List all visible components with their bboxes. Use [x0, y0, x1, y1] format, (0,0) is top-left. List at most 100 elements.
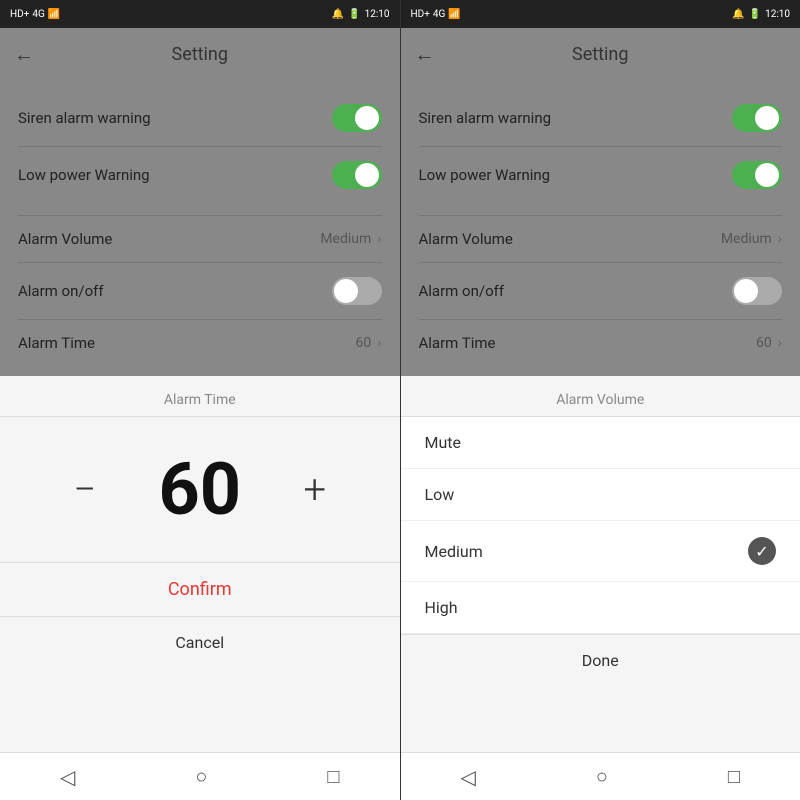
left-panel: HD+ 4G 📶 🔔 🔋 12:10 ← Setting Siren alarm…: [0, 0, 400, 800]
right-lowpower-row: Low power Warning: [401, 147, 800, 203]
left-wifi-icon: 📶: [48, 9, 60, 20]
right-wifi-icon: 📶: [448, 9, 460, 20]
left-alarmonoff-row: Alarm on/off: [0, 263, 400, 319]
right-volume-option-medium-checkmark: ✓: [748, 537, 776, 565]
right-spacer1: [401, 203, 800, 215]
left-minus-button[interactable]: −: [60, 466, 110, 513]
left-bottom-sheet: Alarm Time − 60 + Confirm Cancel: [0, 376, 400, 752]
left-alarmtime-arrow: ›: [377, 335, 381, 351]
right-alarmonoff-row: Alarm on/off: [401, 263, 800, 319]
left-alarm-icon: 🔔: [332, 9, 344, 20]
right-signal-icon: 4G: [433, 9, 445, 20]
right-app-header: ← Setting: [401, 28, 800, 80]
left-volume-row[interactable]: Alarm Volume Medium ›: [0, 216, 400, 262]
left-nav-back-icon[interactable]: ◁: [60, 765, 75, 789]
left-header-title: Setting: [172, 44, 228, 65]
left-alarmonoff-toggle[interactable]: [332, 277, 382, 305]
right-settings-area: Siren alarm warning Low power Warning Al…: [401, 80, 800, 376]
right-time: 12:10: [765, 9, 790, 20]
left-volume-value-group: Medium ›: [320, 231, 381, 247]
right-volume-option-low-label: Low: [425, 485, 455, 504]
left-lowpower-label: Low power Warning: [18, 166, 150, 184]
right-volume-value-group: Medium ›: [721, 231, 782, 247]
left-cancel-button[interactable]: Cancel: [0, 617, 400, 668]
left-volume-value: Medium: [320, 231, 371, 247]
right-header-title: Setting: [572, 44, 628, 65]
right-volume-arrow: ›: [778, 231, 782, 247]
left-volume-arrow: ›: [377, 231, 381, 247]
right-volume-option-mute[interactable]: Mute: [401, 417, 800, 469]
left-alarmonoff-label: Alarm on/off: [18, 282, 104, 300]
left-nav-home-icon[interactable]: ○: [195, 764, 207, 789]
right-siren-label: Siren alarm warning: [419, 109, 552, 127]
right-lowpower-toggle[interactable]: [732, 161, 782, 189]
left-status-left: HD+ 4G 📶: [10, 9, 60, 20]
right-alarmonoff-toggle-thumb: [734, 279, 758, 303]
right-alarmtime-row[interactable]: Alarm Time 60 ›: [401, 320, 800, 366]
right-volume-value: Medium: [721, 231, 772, 247]
right-network-icon: HD+: [411, 9, 430, 20]
left-sheet-title: Alarm Time: [0, 376, 400, 417]
left-time: 12:10: [365, 9, 390, 20]
left-app-header: ← Setting: [0, 28, 400, 80]
left-spacer1: [0, 203, 400, 215]
right-volume-label: Alarm Volume: [419, 230, 513, 248]
right-battery-icon: 🔋: [749, 9, 761, 20]
right-status-left: HD+ 4G 📶: [411, 9, 461, 20]
right-alarmtime-value: 60: [756, 335, 772, 351]
left-settings-area: Siren alarm warning Low power Warning Al…: [0, 80, 400, 376]
right-nav-recent-icon[interactable]: □: [728, 764, 740, 789]
right-volume-option-medium-label: Medium: [425, 542, 483, 561]
left-network-icon: HD+: [10, 9, 29, 20]
right-volume-option-mute-label: Mute: [425, 433, 462, 452]
right-done-button[interactable]: Done: [401, 634, 800, 686]
left-nav-bar: ◁ ○ □: [0, 752, 400, 800]
right-alarmtime-label: Alarm Time: [419, 334, 496, 352]
left-status-right: 🔔 🔋 12:10: [332, 9, 390, 20]
right-lowpower-label: Low power Warning: [419, 166, 551, 184]
right-back-button[interactable]: ←: [415, 42, 435, 67]
right-nav-bar: ◁ ○ □: [401, 752, 800, 800]
left-confirm-button[interactable]: Confirm: [0, 562, 400, 617]
left-nav-recent-icon[interactable]: □: [327, 764, 339, 789]
left-siren-toggle-thumb: [355, 106, 379, 130]
left-alarmtime-label: Alarm Time: [18, 334, 95, 352]
right-nav-back-icon[interactable]: ◁: [460, 765, 475, 789]
right-alarmonoff-label: Alarm on/off: [419, 282, 505, 300]
right-volume-row[interactable]: Alarm Volume Medium ›: [401, 216, 800, 262]
left-alarmonoff-toggle-thumb: [334, 279, 358, 303]
right-alarmonoff-toggle[interactable]: [732, 277, 782, 305]
right-lowpower-toggle-thumb: [755, 163, 779, 187]
right-siren-row: Siren alarm warning: [401, 90, 800, 146]
left-stepper-value: 60: [150, 447, 250, 532]
left-siren-toggle[interactable]: [332, 104, 382, 132]
left-siren-label: Siren alarm warning: [18, 109, 151, 127]
right-status-bar: HD+ 4G 📶 🔔 🔋 12:10: [401, 0, 800, 28]
right-alarm-icon: 🔔: [732, 9, 744, 20]
right-alarmtime-value-group: 60 ›: [756, 335, 782, 351]
right-siren-toggle[interactable]: [732, 104, 782, 132]
right-volume-option-high-label: High: [425, 598, 458, 617]
right-volume-option-high[interactable]: High: [401, 582, 800, 634]
left-alarmtime-value: 60: [356, 335, 372, 351]
left-volume-label: Alarm Volume: [18, 230, 112, 248]
left-stepper-row: − 60 +: [0, 417, 400, 562]
right-nav-home-icon[interactable]: ○: [596, 764, 608, 789]
left-lowpower-toggle-thumb: [355, 163, 379, 187]
left-battery-icon: 🔋: [348, 9, 360, 20]
left-alarmtime-value-group: 60 ›: [356, 335, 382, 351]
right-alarmtime-arrow: ›: [778, 335, 782, 351]
left-lowpower-toggle[interactable]: [332, 161, 382, 189]
right-volume-option-medium[interactable]: Medium ✓: [401, 521, 800, 582]
left-status-bar: HD+ 4G 📶 🔔 🔋 12:10: [0, 0, 400, 28]
right-panel: HD+ 4G 📶 🔔 🔋 12:10 ← Setting Siren alarm…: [401, 0, 800, 800]
left-back-button[interactable]: ←: [14, 42, 34, 67]
right-bottom-sheet: Alarm Volume Mute Low Medium ✓ High Done: [401, 376, 800, 752]
left-signal-icon: 4G: [32, 9, 44, 20]
right-sheet-title: Alarm Volume: [401, 376, 800, 417]
left-plus-button[interactable]: +: [290, 466, 340, 513]
left-alarmtime-row[interactable]: Alarm Time 60 ›: [0, 320, 400, 366]
right-siren-toggle-thumb: [755, 106, 779, 130]
right-volume-option-low[interactable]: Low: [401, 469, 800, 521]
left-lowpower-row: Low power Warning: [0, 147, 400, 203]
